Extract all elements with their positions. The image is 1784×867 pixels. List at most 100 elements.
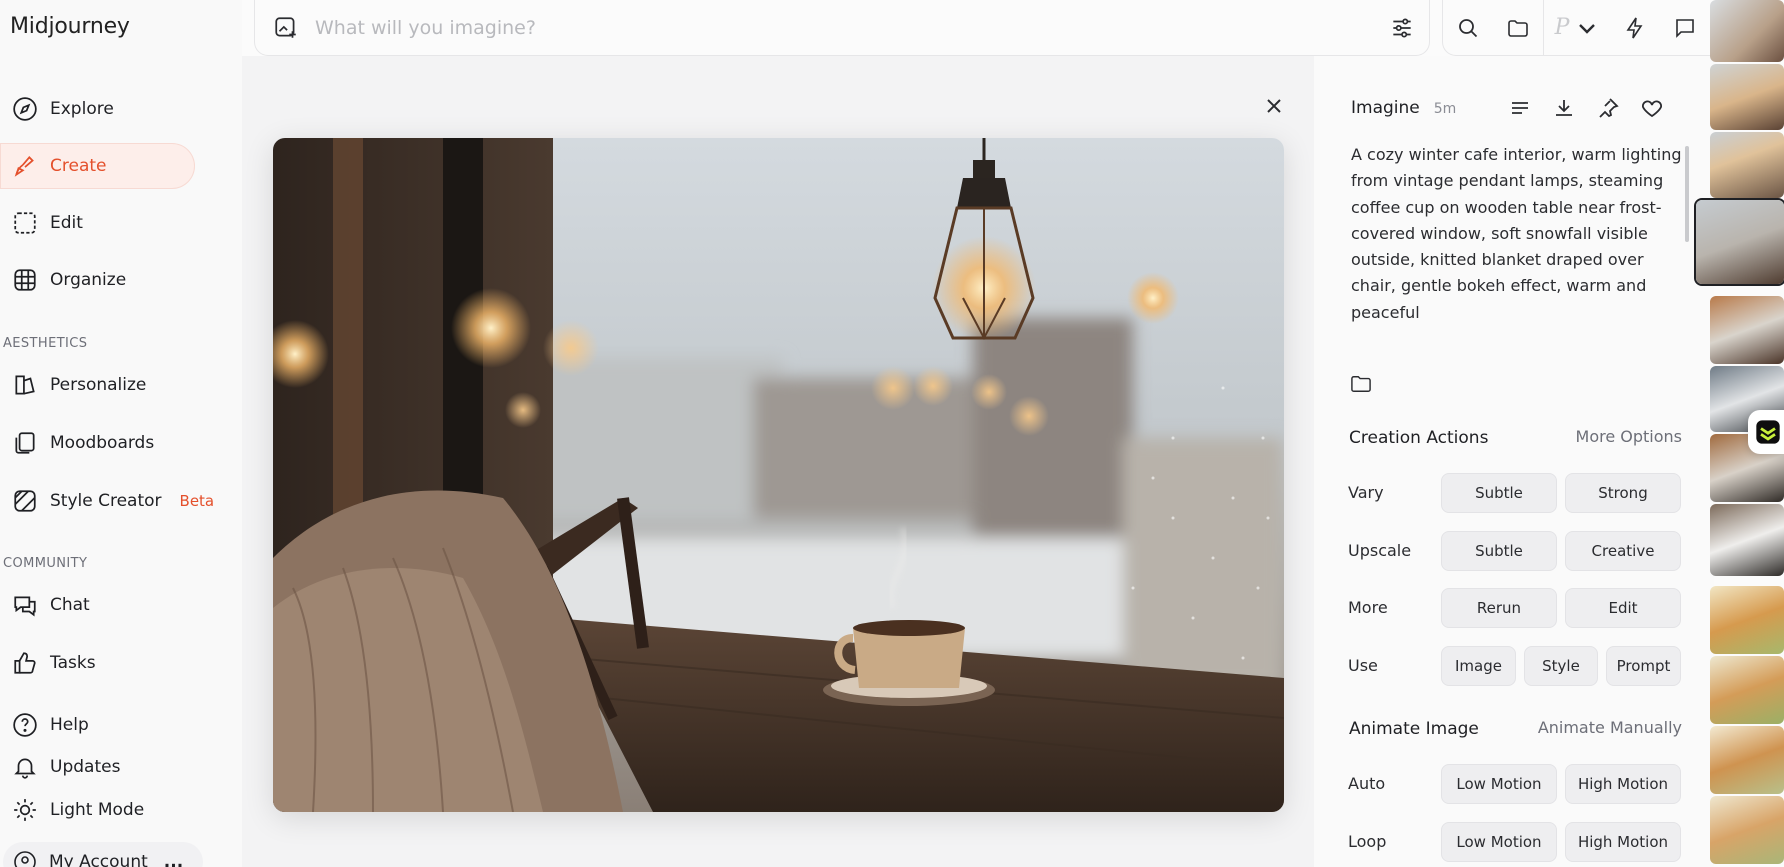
list-icon[interactable] bbox=[1508, 96, 1532, 120]
extension-badge[interactable] bbox=[1748, 410, 1784, 454]
profile-letter: P bbox=[1554, 15, 1570, 40]
grid-icon bbox=[14, 269, 36, 291]
rerun-button[interactable]: Rerun bbox=[1441, 588, 1557, 628]
cafe-scene-image bbox=[273, 138, 1284, 812]
account-more-icon[interactable]: ... bbox=[164, 852, 183, 867]
search-button[interactable] bbox=[1443, 0, 1493, 56]
panel-timestamp: 5m bbox=[1433, 101, 1457, 117]
nav-explore[interactable]: Explore bbox=[0, 86, 114, 132]
profile-dropdown[interactable]: P bbox=[1544, 0, 1610, 56]
generated-image[interactable] bbox=[273, 138, 1284, 812]
nav-personalize-label: Personalize bbox=[50, 375, 147, 395]
messages-button[interactable] bbox=[1660, 0, 1710, 56]
prompt-scrollbar[interactable] bbox=[1685, 146, 1689, 242]
nav-edit[interactable]: Edit bbox=[0, 200, 83, 246]
thumbnail-husky-4[interactable] bbox=[1710, 504, 1784, 576]
nav-chat-label: Chat bbox=[50, 595, 90, 615]
animate-image-title: Animate Image bbox=[1349, 719, 1479, 739]
auto-label: Auto bbox=[1348, 774, 1386, 793]
thumbnail-cafe-2[interactable] bbox=[1710, 64, 1784, 130]
thumbnail-dog-2[interactable] bbox=[1710, 656, 1784, 724]
extension-icon bbox=[1756, 420, 1780, 444]
use-style-button[interactable]: Style bbox=[1524, 646, 1598, 686]
section-aesthetics: AESTHETICS bbox=[3, 336, 88, 351]
sun-icon bbox=[14, 799, 36, 821]
close-icon[interactable] bbox=[1262, 94, 1286, 118]
chevron-down-icon bbox=[1579, 23, 1596, 34]
thumbnail-dog-4[interactable] bbox=[1710, 796, 1784, 864]
sidebar: Midjourney Explore Create Edit Organize … bbox=[0, 0, 242, 867]
compass-icon bbox=[13, 97, 37, 121]
nav-updates-label: Updates bbox=[50, 757, 121, 777]
upscale-label: Upscale bbox=[1348, 541, 1412, 560]
nav-organize-label: Organize bbox=[50, 270, 127, 290]
add-image-icon[interactable] bbox=[273, 15, 299, 41]
auto-high-motion-button[interactable]: High Motion bbox=[1565, 764, 1681, 804]
pin-icon[interactable] bbox=[1596, 96, 1620, 120]
upscale-subtle-button[interactable]: Subtle bbox=[1441, 531, 1557, 571]
loop-low-motion-button[interactable]: Low Motion bbox=[1441, 822, 1557, 862]
nav-explore-label: Explore bbox=[50, 99, 114, 119]
nav-updates[interactable]: Updates bbox=[0, 744, 120, 790]
edit-selection-icon bbox=[14, 212, 36, 234]
vary-strong-button[interactable]: Strong bbox=[1565, 473, 1681, 513]
more-options-link[interactable]: More Options bbox=[1520, 427, 1682, 446]
nav-style-creator-label: Style Creator bbox=[50, 491, 162, 511]
lightning-icon bbox=[1626, 17, 1643, 38]
thumbnail-husky-1[interactable] bbox=[1710, 296, 1784, 364]
my-account-button[interactable]: My Account ... bbox=[3, 842, 203, 867]
nav-tasks[interactable]: Tasks bbox=[0, 640, 96, 686]
folder-icon bbox=[1508, 19, 1528, 37]
brush-icon bbox=[14, 156, 34, 177]
animate-manually-link[interactable]: Animate Manually bbox=[1500, 718, 1682, 737]
thumbnail-cafe-selected[interactable] bbox=[1696, 200, 1784, 284]
nav-create[interactable]: Create bbox=[0, 143, 195, 189]
prompt-input[interactable] bbox=[315, 16, 1389, 39]
section-community: COMMUNITY bbox=[3, 556, 88, 571]
auto-low-motion-button[interactable]: Low Motion bbox=[1441, 764, 1557, 804]
nav-tasks-label: Tasks bbox=[50, 653, 96, 673]
use-label: Use bbox=[1348, 656, 1378, 675]
panel-title: Imagine bbox=[1351, 98, 1420, 118]
help-icon bbox=[13, 713, 37, 737]
thumbnail-dog-3[interactable] bbox=[1710, 726, 1784, 794]
nav-help-label: Help bbox=[50, 715, 89, 735]
thumbnail-cafe-3[interactable] bbox=[1710, 132, 1784, 198]
loop-high-motion-button[interactable]: High Motion bbox=[1565, 822, 1681, 862]
creation-actions-title: Creation Actions bbox=[1349, 428, 1489, 448]
panel-header: Imagine 5m bbox=[1351, 98, 1456, 118]
nav-moodboards-label: Moodboards bbox=[50, 433, 155, 453]
personalize-icon bbox=[15, 375, 35, 395]
settings-sliders-icon[interactable] bbox=[1389, 15, 1415, 41]
vary-label: Vary bbox=[1348, 483, 1384, 502]
beta-badge: Beta bbox=[179, 492, 215, 510]
upscale-creative-button[interactable]: Creative bbox=[1565, 531, 1681, 571]
top-toolbar: P bbox=[1442, 0, 1742, 56]
thumbnail-dog-1[interactable] bbox=[1710, 586, 1784, 654]
nav-personalize[interactable]: Personalize bbox=[0, 362, 146, 408]
heart-icon[interactable] bbox=[1640, 96, 1664, 120]
app-logo[interactable]: Midjourney bbox=[10, 14, 130, 39]
folder-icon[interactable] bbox=[1350, 374, 1372, 394]
lightning-button[interactable] bbox=[1610, 0, 1660, 56]
vary-subtle-button[interactable]: Subtle bbox=[1441, 473, 1557, 513]
download-icon[interactable] bbox=[1552, 96, 1576, 120]
nav-light-mode[interactable]: Light Mode bbox=[0, 787, 144, 833]
edit-button[interactable]: Edit bbox=[1565, 588, 1681, 628]
folder-button[interactable] bbox=[1493, 0, 1543, 56]
prompt-text[interactable]: A cozy winter cafe interior, warm lighti… bbox=[1351, 142, 1691, 326]
loop-label: Loop bbox=[1348, 832, 1387, 851]
nav-chat[interactable]: Chat bbox=[0, 582, 90, 628]
chat-icon bbox=[14, 596, 36, 617]
nav-edit-label: Edit bbox=[50, 213, 83, 233]
use-prompt-button[interactable]: Prompt bbox=[1606, 646, 1681, 686]
account-icon bbox=[14, 851, 36, 867]
nav-moodboards[interactable]: Moodboards bbox=[0, 420, 154, 466]
nav-style-creator[interactable]: Style Creator Beta bbox=[0, 478, 214, 524]
panel-header-icons bbox=[1508, 96, 1664, 120]
nav-organize[interactable]: Organize bbox=[0, 257, 126, 303]
thumbnail-cafe-1[interactable] bbox=[1710, 0, 1784, 62]
use-image-button[interactable]: Image bbox=[1441, 646, 1516, 686]
nav-help[interactable]: Help bbox=[0, 702, 89, 748]
nav-create-label: Create bbox=[50, 156, 107, 176]
